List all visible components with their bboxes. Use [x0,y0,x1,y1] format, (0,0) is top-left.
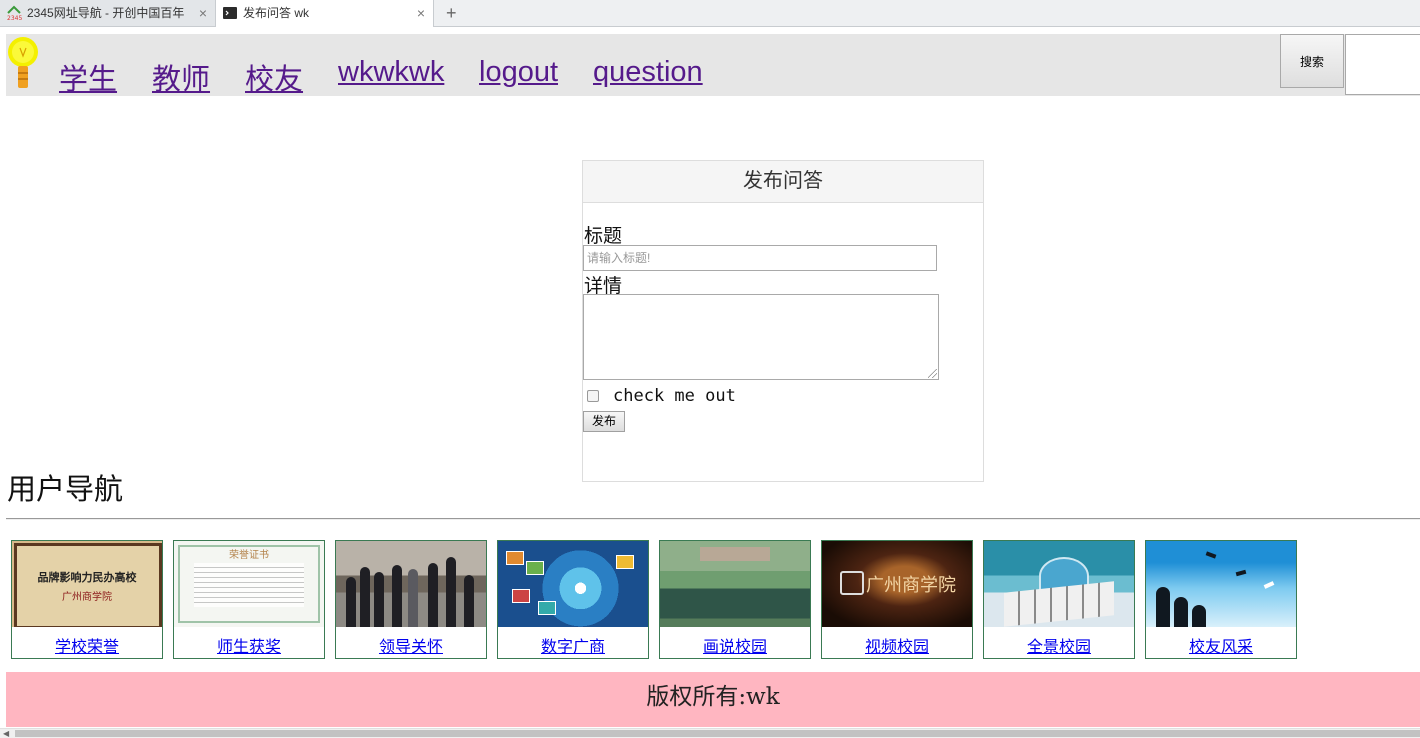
image-caption-text: 广州商学院 [62,592,112,603]
user-nav-heading: 用户导航 [7,474,124,506]
card-campus-pictures[interactable]: 画说校园 [659,540,811,659]
image-caption-text: 广州商学院 [866,575,956,596]
image-caption-text: 品牌影响力民办高校 [37,572,137,584]
graduation-image [1146,541,1296,627]
check-me-out-checkbox[interactable] [587,390,599,402]
site-navbar: 学生 教师 校友 wkwkwk logout question [6,34,1420,96]
image-caption-text: 荣誉证书 [229,550,269,561]
title-label: 标题 [584,226,623,247]
card-link[interactable]: 校友风采 [1146,633,1296,657]
browser-tab-active[interactable]: 发布问答 wk × [216,0,434,27]
nav-link-teachers[interactable]: 教师 [152,56,210,98]
nav-link-question[interactable]: question [593,56,703,89]
terminal-favicon-icon [223,7,237,19]
browser-tab-strip: 2345 2345网址导航 - 开创中国百年 × 发布问答 wk × + [0,0,1420,27]
tab-title: 发布问答 wk [243,6,310,20]
footer-copyright: 版权所有:wk [6,672,1420,727]
card-digital[interactable]: 数字广商 [497,540,649,659]
divider [6,518,1420,520]
post-question-panel: 发布问答 标题 请输入标题! 详情 check me out 发布 [582,160,984,482]
resize-grip-icon[interactable] [928,369,937,378]
publish-button[interactable]: 发布 [583,411,625,432]
search-button[interactable]: 搜索 [1280,34,1344,88]
card-school-honors[interactable]: 品牌影响力民办高校 广州商学院 学校荣誉 [11,540,163,659]
browser-tab-2345[interactable]: 2345 2345网址导航 - 开创中国百年 × [0,0,216,26]
lightbulb-icon [8,37,38,88]
card-leadership[interactable]: 领导关怀 [335,540,487,659]
campus-aerial-image [660,541,810,627]
certificate-image: 荣誉证书 [174,541,324,627]
svg-text:2345: 2345 [7,15,22,21]
card-link[interactable]: 师生获奖 [174,633,324,657]
video-campus-image: 广州商学院 [822,541,972,627]
nav-link-username[interactable]: wkwkwk [338,56,444,89]
scrollbar-thumb[interactable] [15,730,1420,737]
leadership-photo-image [336,541,486,627]
nav-link-logout[interactable]: logout [479,56,558,89]
card-link[interactable]: 画说校园 [660,633,810,657]
tab-close-icon[interactable]: × [417,0,425,26]
card-link[interactable]: 领导关怀 [336,633,486,657]
house-favicon-icon: 2345 [7,5,22,21]
digital-globe-image [498,541,648,627]
card-link[interactable]: 视频校园 [822,633,972,657]
checkbox-label: check me out [613,386,736,406]
panorama-image [984,541,1134,627]
card-link[interactable]: 全景校园 [984,633,1134,657]
new-tab-button[interactable]: + [446,0,457,26]
nav-link-alumni[interactable]: 校友 [245,56,303,98]
tab-close-icon[interactable]: × [199,0,207,26]
detail-textarea[interactable] [583,294,939,380]
tab-title: 2345网址导航 - 开创中国百年 [27,6,185,20]
title-input[interactable]: 请输入标题! [583,245,937,271]
search-input[interactable] [1345,34,1420,95]
card-panorama[interactable]: 全景校园 [983,540,1135,659]
school-honors-image: 品牌影响力民办高校 广州商学院 [12,541,162,627]
card-video-campus[interactable]: 广州商学院 视频校园 [821,540,973,659]
card-link[interactable]: 数字广商 [498,633,648,657]
panel-heading: 发布问答 [583,161,983,203]
card-alumni-style[interactable]: 校友风采 [1145,540,1297,659]
nav-link-students[interactable]: 学生 [59,56,117,98]
card-awards[interactable]: 荣誉证书 师生获奖 [173,540,325,659]
card-link[interactable]: 学校荣誉 [12,633,162,657]
